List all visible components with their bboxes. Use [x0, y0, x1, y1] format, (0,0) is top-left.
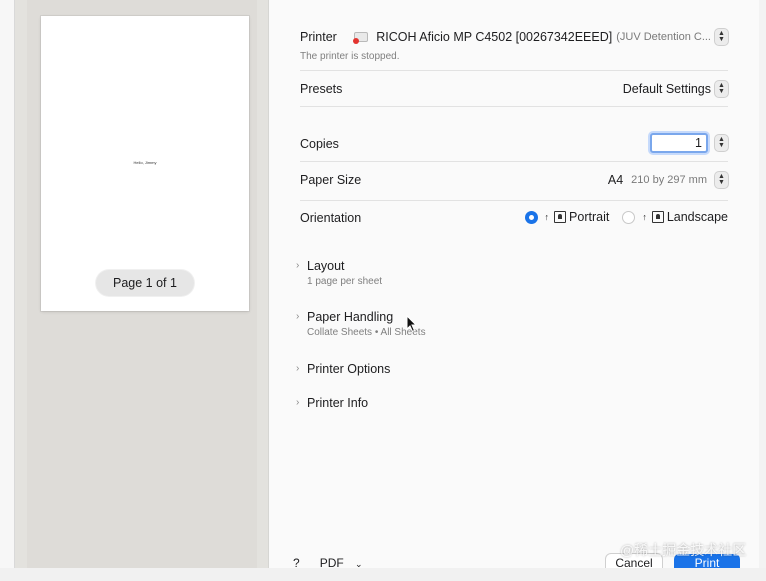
- mouse-cursor-icon: [406, 315, 418, 333]
- chevron-right-icon: ›: [296, 260, 300, 271]
- bottom-band: [0, 568, 766, 581]
- page-preview-text: Hello, Jimmy: [133, 160, 157, 165]
- paper-size-dimensions: 210 by 297 mm: [631, 174, 707, 186]
- copies-stepper[interactable]: ▲ ▼: [715, 135, 728, 151]
- presets-label: Presets: [300, 82, 343, 96]
- chevron-right-icon: ›: [296, 311, 300, 322]
- paper-size-popup[interactable]: A4 210 by 297 mm ▲ ▼: [608, 172, 728, 188]
- chevron-right-icon: ›: [296, 363, 300, 374]
- divider: [300, 106, 728, 107]
- printer-popup[interactable]: RICOH Aficio MP C4502 [00267342EEED] (JU…: [353, 29, 728, 45]
- up-arrow-icon: ↑: [642, 212, 647, 222]
- paper-size-chevron-icon: ▲ ▼: [715, 172, 728, 188]
- orientation-options: ↑ Portrait ↑ Landscape: [524, 210, 728, 224]
- printer-name: RICOH Aficio MP C4502 [00267342EEED]: [376, 30, 613, 44]
- preview-pane: Hello, Jimmy Page 1 of 1: [15, 0, 269, 568]
- section-printer-info-label: Printer Info: [307, 396, 369, 410]
- divider: [300, 70, 728, 71]
- divider: [300, 200, 728, 201]
- watermark: @稀土掘金技术社区: [620, 542, 747, 558]
- copies-row: Copies 1 ▲ ▼: [300, 133, 728, 157]
- orientation-row: Orientation ↑ Portrait ↑ Landscape: [300, 210, 728, 231]
- chevron-right-icon: ›: [296, 397, 300, 408]
- copies-label: Copies: [300, 137, 339, 151]
- section-layout-label: Layout: [307, 259, 345, 273]
- print-dialog: Hello, Jimmy Page 1 of 1 Printer RICOH A…: [14, 0, 759, 568]
- landscape-radio[interactable]: [622, 210, 636, 224]
- presets-chevron-icon: ▲ ▼: [715, 81, 728, 97]
- copies-control: 1 ▲ ▼: [650, 133, 728, 153]
- printer-chevron-icon: ▲ ▼: [715, 29, 728, 45]
- paper-size-row: Paper Size A4 210 by 297 mm ▲ ▼: [300, 172, 728, 193]
- presets-popup[interactable]: Default Settings ▲ ▼: [623, 81, 728, 97]
- up-arrow-icon: ↑: [544, 212, 550, 222]
- printer-error-icon: [353, 38, 360, 44]
- presets-row: Presets Default Settings ▲ ▼: [300, 81, 728, 102]
- settings-pane: Printer RICOH Aficio MP C4502 [00267342E…: [269, 0, 759, 568]
- printer-label: Printer: [300, 30, 337, 44]
- desktop-backdrop: [0, 0, 14, 581]
- section-paper-handling-label: Paper Handling: [307, 310, 394, 324]
- printer-icon: [353, 30, 369, 44]
- landscape-icon: [651, 211, 664, 223]
- orientation-label: Orientation: [300, 211, 362, 225]
- section-printer-options-label: Printer Options: [307, 362, 391, 376]
- portrait-label[interactable]: Portrait: [569, 210, 609, 224]
- portrait-radio[interactable]: [524, 210, 538, 224]
- copies-input[interactable]: 1: [650, 133, 708, 153]
- page-indicator: Page 1 of 1: [96, 270, 194, 296]
- printer-status: The printer is stopped.: [300, 51, 400, 62]
- printer-location: (JUV Detention C...: [616, 31, 711, 43]
- landscape-label[interactable]: Landscape: [667, 210, 728, 224]
- paper-size-value: A4: [607, 173, 624, 187]
- paper-size-label: Paper Size: [300, 173, 362, 187]
- page-preview: Hello, Jimmy: [41, 16, 249, 311]
- presets-value: Default Settings: [622, 82, 711, 96]
- printer-row: Printer RICOH Aficio MP C4502 [00267342E…: [300, 29, 728, 67]
- portrait-icon: [554, 211, 567, 223]
- divider: [300, 161, 728, 162]
- section-layout-sub: 1 page per sheet: [307, 276, 383, 287]
